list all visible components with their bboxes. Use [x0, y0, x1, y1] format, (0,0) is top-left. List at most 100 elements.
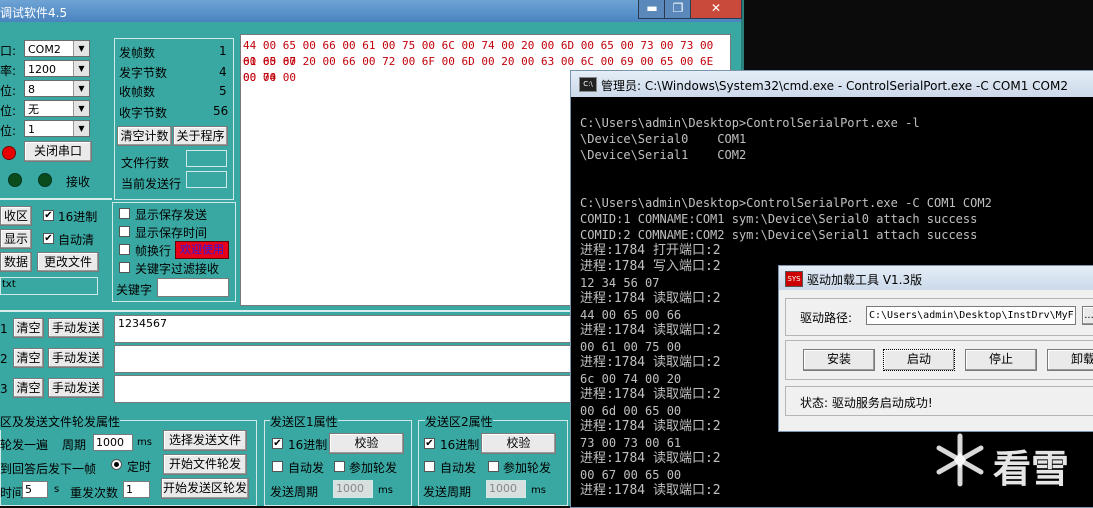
start-file-loop-button[interactable]: 开始文件轮发 [163, 454, 247, 475]
area2-join-loop-checkbox[interactable] [488, 461, 499, 472]
area2-period-input[interactable]: 1000 [486, 480, 526, 498]
stopbits-label: 位: [0, 124, 17, 138]
baud-select[interactable]: 1200 ▼ [24, 60, 90, 77]
parity-select[interactable]: 无 ▼ [24, 100, 90, 117]
logo-text: 看雪 [993, 447, 1070, 491]
chevron-down-icon[interactable]: ▼ [73, 121, 89, 136]
stopbits-value: 1 [28, 123, 35, 136]
driver-path-input[interactable]: C:\Users\admin\Desktop\InstDrv\MyF [866, 306, 1076, 325]
show-button[interactable]: 显示 [0, 229, 32, 249]
hex16-checkbox[interactable]: ✔ [43, 210, 54, 221]
chevron-down-icon[interactable]: ▼ [73, 41, 89, 56]
port-status-led [2, 146, 16, 160]
show-save-send-label: 显示保存发送 [135, 208, 208, 222]
radio-dot [114, 462, 119, 467]
data-button[interactable]: 数据 [0, 252, 32, 272]
driver-tool-window[interactable]: SYS 驱动加载工具 V1.3版 驱动路径: C:\Users\admin\De… [778, 265, 1093, 432]
send-row-3-send-button[interactable]: 手动发送 [48, 378, 104, 398]
area1-auto-send-checkbox[interactable] [272, 461, 283, 472]
cmd-titlebar[interactable]: C:\ 管理员: C:\Windows\System32\cmd.exe - C… [571, 71, 1093, 97]
period-input[interactable]: 1000 [93, 434, 133, 451]
send-area-1-title: 发送区1属性 [270, 413, 338, 430]
clear-count-button[interactable]: 清空计数 [117, 126, 172, 146]
baud-label: 率: [0, 64, 17, 78]
cmd-line: 进程:1784 打开端口:2 [580, 243, 721, 258]
close-button[interactable]: ✕ [690, 0, 742, 19]
hex16-label: 16进制 [58, 210, 98, 224]
stopbits-select[interactable]: 1 ▼ [24, 120, 90, 137]
time-unit: s [54, 484, 60, 495]
area1-auto-send-label: 自动发 [288, 461, 325, 475]
show-save-time-checkbox[interactable] [119, 226, 130, 237]
install-button[interactable]: 安装 [803, 349, 875, 371]
start-area-loop-button[interactable]: 开始发送区轮发 [161, 478, 249, 499]
area1-join-loop-checkbox[interactable] [334, 461, 345, 472]
cmd-icon: C:\ [579, 77, 597, 92]
databits-value: 8 [28, 83, 35, 96]
port-label: 口: [0, 44, 17, 58]
area2-hex16-label: 16进制 [440, 438, 480, 452]
frame-newline-label: 帧换行 [135, 244, 172, 258]
send-row-3-clear-button[interactable]: 清空 [13, 378, 44, 398]
send-row-1-send-button[interactable]: 手动发送 [48, 318, 104, 338]
change-file-button[interactable]: 更改文件 [37, 252, 99, 272]
keyword-filter-checkbox[interactable] [119, 262, 130, 273]
send-row-1-clear-button[interactable]: 清空 [13, 318, 44, 338]
area2-hex16-checkbox[interactable]: ✔ [424, 438, 435, 449]
chevron-down-icon[interactable]: ▼ [73, 101, 89, 116]
cmd-line [580, 99, 1090, 115]
area1-period-input[interactable]: 1000 [333, 480, 373, 498]
port-select[interactable]: COM2 ▼ [24, 40, 90, 57]
time-label: 时间 [0, 486, 25, 500]
sent-bytes-label: 发字节数 [119, 66, 168, 80]
send-row-2-clear-button[interactable]: 清空 [13, 348, 44, 368]
sys-icon: SYS [785, 271, 803, 287]
select-file-button[interactable]: 选择发送文件 [163, 430, 247, 451]
timed-radio[interactable] [111, 459, 122, 470]
period-unit: ms [137, 437, 152, 448]
stop-driver-button[interactable]: 停止 [965, 349, 1037, 371]
cmd-line: \Device\Serial1 COM2 [580, 148, 747, 162]
cmd-line [580, 179, 1090, 195]
resend-input[interactable]: 1 [123, 481, 150, 498]
loop-attributes-title: 区及发送文件轮发属性 [0, 413, 121, 430]
loop-once-label: 轮发一遍 [0, 438, 49, 452]
keyword-input[interactable] [157, 278, 229, 297]
welcome-banner: 欢迎使用 [175, 241, 229, 259]
area2-auto-send-checkbox[interactable] [424, 461, 435, 472]
close-port-button[interactable]: 关闭串口 [24, 141, 92, 162]
browse-button[interactable]: ... [1082, 306, 1093, 325]
wait-reply-label: 到回答后发下一帧 [0, 462, 97, 476]
about-button[interactable]: 关于程序 [173, 126, 228, 146]
maximize-button[interactable]: ❐ [664, 0, 692, 19]
start-driver-button[interactable]: 启动 [883, 349, 955, 371]
chevron-down-icon[interactable]: ▼ [73, 81, 89, 96]
snowflake-icon [936, 433, 984, 487]
chevron-down-icon[interactable]: ▼ [73, 61, 89, 76]
parity-label: 位: [0, 104, 17, 118]
area1-verify-button[interactable]: 校验 [329, 433, 404, 454]
send-row-2-send-button[interactable]: 手动发送 [48, 348, 104, 368]
area1-join-loop-label: 参加轮发 [349, 461, 398, 475]
databits-select[interactable]: 8 ▼ [24, 80, 90, 97]
keyword-filter-label: 关键字过滤接收 [135, 262, 220, 276]
recv-area-button[interactable]: 收区 [0, 206, 32, 226]
recv-label: 接收 [66, 175, 91, 189]
area2-verify-button[interactable]: 校验 [481, 433, 556, 454]
area1-hex16-checkbox[interactable]: ✔ [272, 438, 283, 449]
timed-label: 定时 [127, 460, 152, 474]
send-row-1-num: 1 [0, 322, 8, 336]
minimize-button[interactable]: ▬ [638, 0, 666, 19]
resend-label: 重发次数 [70, 486, 119, 500]
tx-led [8, 173, 22, 187]
uninstall-button[interactable]: 卸载 [1047, 349, 1093, 371]
driver-tool-titlebar[interactable]: SYS 驱动加载工具 V1.3版 [779, 266, 1093, 290]
current-line-label: 当前发送行 [121, 177, 182, 191]
file-name-box: txt [0, 277, 98, 295]
auto-clear-checkbox[interactable]: ✔ [43, 233, 54, 244]
time-input[interactable]: 5 [22, 481, 48, 498]
show-save-send-checkbox[interactable] [119, 208, 130, 219]
port-value: COM2 [28, 43, 61, 56]
frame-newline-checkbox[interactable] [119, 244, 130, 255]
action-group: 安装 启动 停止 卸载 [785, 340, 1093, 380]
